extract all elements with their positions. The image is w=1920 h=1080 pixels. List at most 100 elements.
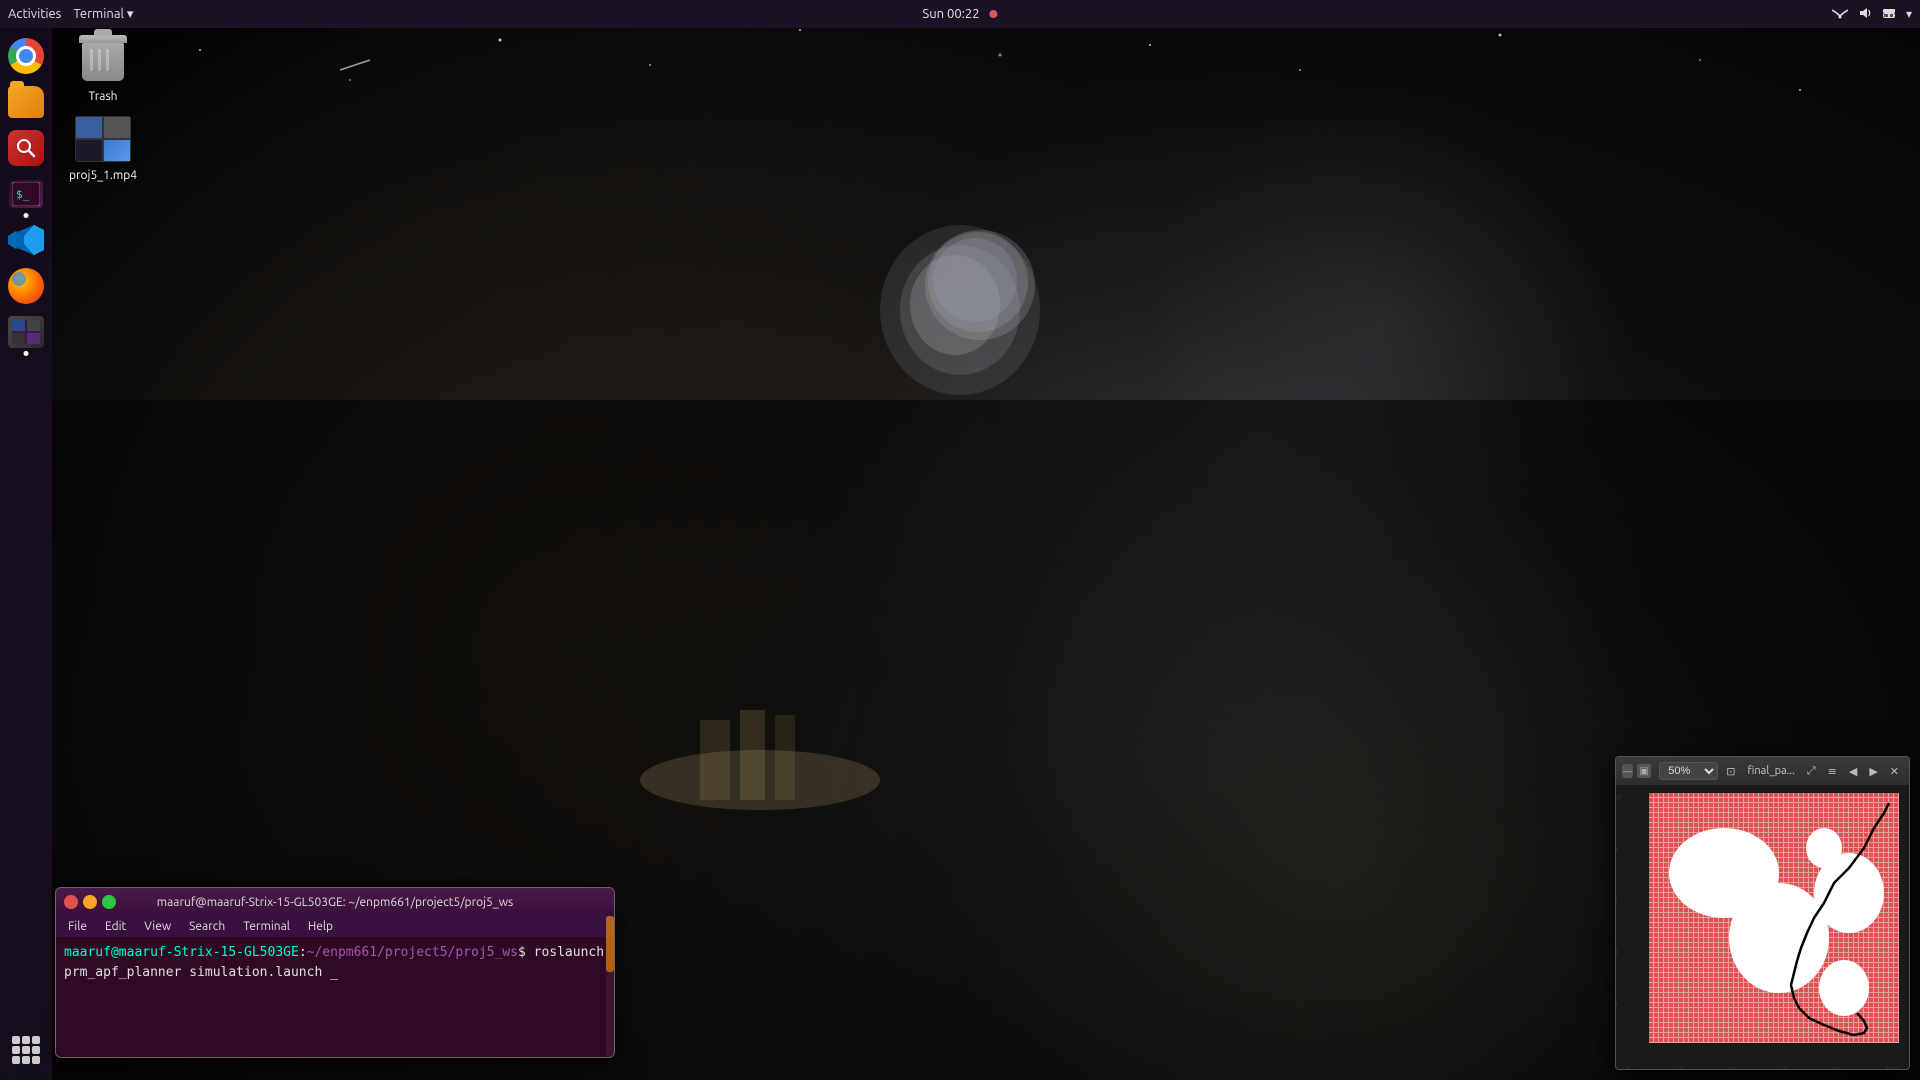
map-wrapper: 100 80 60 40 20 0 <box>1627 793 1899 1061</box>
iv-minimize-button[interactable]: — <box>1622 764 1633 778</box>
dock-apps-button[interactable] <box>0 1036 52 1064</box>
terminal-scrollbar[interactable] <box>606 916 614 1057</box>
firefox-icon <box>8 268 44 304</box>
dock: $_ <box>0 28 52 1080</box>
vscode-icon <box>8 222 44 258</box>
trash-line-1 <box>90 49 93 71</box>
terminal-user-text: maaruf@maaruf-Strix-15-GL503GE <box>64 945 299 960</box>
iv-fullscreen-button[interactable]: ⤢ <box>1803 763 1820 780</box>
magnifier-icon <box>8 130 44 166</box>
datetime-label: Sun 00:22 <box>922 7 979 21</box>
iv-other-button[interactable]: ▣ <box>1637 764 1651 778</box>
trash-body <box>82 43 124 81</box>
activities-button[interactable]: Activities <box>8 7 61 21</box>
terminal-menu-edit[interactable]: Edit <box>97 918 134 935</box>
imageviewer-active-indicator <box>24 351 29 356</box>
trash-can-graphic <box>81 35 125 85</box>
map-svg <box>1649 793 1899 1043</box>
imageviewer-window: — ▣ 50% 100% 75% 25% ⊡ final_pa... ⤢ ≡ ◀… <box>1615 756 1910 1070</box>
terminal-menu-view[interactable]: View <box>136 918 179 935</box>
video-cell-1 <box>75 116 103 139</box>
y-label-0: 0 <box>1615 1052 1622 1061</box>
terminal-title: maaruf@maaruf-Strix-15-GL503GE: ~/enpm66… <box>157 896 513 909</box>
settings-dropdown-icon[interactable]: ▾ <box>1906 7 1912 21</box>
terminal-minimize-button[interactable] <box>83 895 97 909</box>
iv-prev-button[interactable]: ◀ <box>1845 763 1861 780</box>
trash-icon-desktop[interactable]: Trash <box>58 32 148 103</box>
video-icon-image <box>75 111 131 167</box>
iv-fit-button[interactable]: ⊡ <box>1722 763 1739 780</box>
trash-lid <box>79 35 127 43</box>
terminal-close-button[interactable] <box>64 895 78 909</box>
map-visualization <box>1649 793 1899 1043</box>
video-cell-4 <box>103 139 131 162</box>
dock-item-files[interactable] <box>6 82 46 122</box>
files-icon <box>8 86 44 118</box>
terminal-menu-terminal[interactable]: Terminal <box>235 918 298 935</box>
topbar: Activities Terminal ▾ Sun 00:22 ▾ <box>0 0 1920 28</box>
y-label-20: 20 <box>1615 1000 1622 1009</box>
dock-item-terminal[interactable]: $_ <box>6 174 46 214</box>
video-cell-3 <box>75 139 103 162</box>
trash-label: Trash <box>88 90 117 103</box>
x-label-20: 20 <box>1675 1066 1684 1070</box>
imageviewer-titlebar: — ▣ 50% 100% 75% 25% ⊡ final_pa... ⤢ ≡ ◀… <box>1616 757 1909 785</box>
x-label-0: 0 <box>1627 1066 1632 1070</box>
dock-item-firefox[interactable] <box>6 266 46 306</box>
terminal-menu-search[interactable]: Search <box>181 918 233 935</box>
dock-item-imageviewer[interactable] <box>6 312 46 352</box>
video-file-label: proj5_1.mp4 <box>69 169 137 182</box>
terminal-scrollbar-thumb[interactable] <box>606 916 614 972</box>
terminal-body[interactable]: maaruf@maaruf-Strix-15-GL503GE:~/enpm661… <box>56 937 614 1057</box>
topbar-left: Activities Terminal ▾ <box>8 7 133 22</box>
recording-dot <box>990 10 998 18</box>
terminal-path-text: ~/enpm661/project5/proj5_ws <box>307 945 518 960</box>
power-icon[interactable] <box>1882 6 1896 23</box>
imageviewer-icon <box>8 316 44 348</box>
iv-filename-text: final_pa... <box>1744 763 1799 779</box>
y-label-80: 80 <box>1615 845 1622 854</box>
dock-item-magnifier[interactable] <box>6 128 46 168</box>
terminal-icon: $_ <box>9 180 43 208</box>
terminal-menu-help[interactable]: Help <box>300 918 341 935</box>
dock-active-indicator <box>24 213 29 218</box>
topbar-right: ▾ <box>1832 6 1912 23</box>
dock-item-vscode[interactable] <box>6 220 46 260</box>
terminal-menu-file[interactable]: File <box>60 918 95 935</box>
trash-line-3 <box>106 49 109 71</box>
imageviewer-canvas: 100 80 60 40 20 0 <box>1616 785 1909 1069</box>
dock-item-chrome[interactable] <box>6 36 46 76</box>
zoom-select[interactable]: 50% 100% 75% 25% <box>1659 762 1718 780</box>
imageviewer-toolbar: 50% 100% 75% 25% ⊡ final_pa... ⤢ ≡ ◀ ▶ ✕ <box>1659 758 1903 784</box>
terminal-colon: : <box>299 945 307 960</box>
terminal-line-1: maaruf@maaruf-Strix-15-GL503GE:~/enpm661… <box>64 943 606 982</box>
iv-close-button[interactable]: ✕ <box>1886 763 1903 780</box>
map-y-axis: 100 80 60 40 20 0 <box>1615 793 1622 1061</box>
iv-next-button[interactable]: ▶ <box>1865 763 1881 780</box>
chrome-icon <box>8 38 44 74</box>
y-label-40: 40 <box>1615 948 1622 957</box>
show-applications-icon <box>12 1036 40 1064</box>
map-x-axis: 0 20 40 60 80 100 <box>1627 1066 1899 1070</box>
desktop-icons-area: Trash proj5_1.mp4 <box>58 32 148 182</box>
terminal-titlebar: maaruf@maaruf-Strix-15-GL503GE: ~/enpm66… <box>56 888 614 916</box>
video-file-icon-desktop[interactable]: proj5_1.mp4 <box>58 111 148 182</box>
terminal-maximize-button[interactable] <box>102 895 116 909</box>
y-label-100: 100 <box>1615 793 1622 802</box>
svg-text:$_: $_ <box>16 188 30 201</box>
x-label-100: 100 <box>1885 1066 1899 1070</box>
y-label-60: 60 <box>1615 897 1622 906</box>
terminal-menubar: File Edit View Search Terminal Help <box>56 916 614 937</box>
iv-menu-button[interactable]: ≡ <box>1824 763 1841 780</box>
terminal-window: maaruf@maaruf-Strix-15-GL503GE: ~/enpm66… <box>55 887 615 1058</box>
video-cell-2 <box>103 116 131 139</box>
x-label-40: 40 <box>1727 1066 1736 1070</box>
terminal-menu-button[interactable]: Terminal ▾ <box>73 7 133 22</box>
network-icon[interactable] <box>1832 6 1848 23</box>
video-thumbnail <box>75 116 131 162</box>
x-label-80: 80 <box>1832 1066 1841 1070</box>
trash-icon-image <box>75 32 131 88</box>
trash-line-2 <box>98 49 101 71</box>
topbar-center: Sun 00:22 <box>922 7 997 21</box>
volume-icon[interactable] <box>1858 6 1872 23</box>
